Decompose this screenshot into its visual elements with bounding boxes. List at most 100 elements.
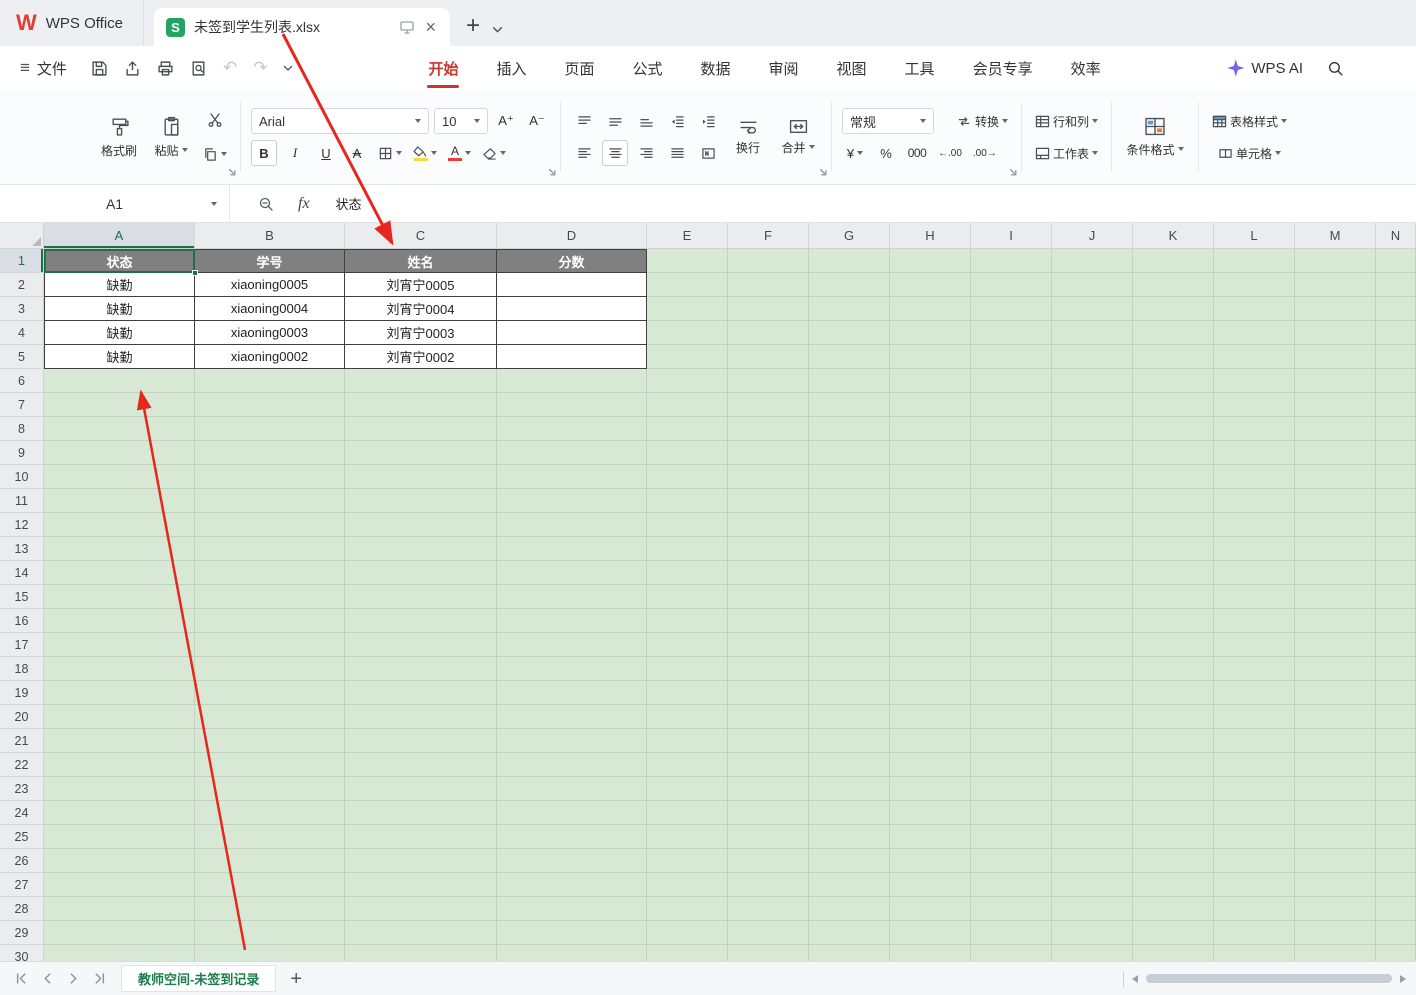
cell-B25[interactable] [195, 825, 345, 849]
cell-K7[interactable] [1133, 393, 1214, 417]
cell-M12[interactable] [1295, 513, 1376, 537]
italic-button[interactable]: I [282, 140, 308, 166]
cell-B19[interactable] [195, 681, 345, 705]
fill-color-button[interactable] [410, 140, 440, 166]
cell-N28[interactable] [1376, 897, 1416, 921]
justify-icon[interactable] [664, 140, 690, 166]
row-header-4[interactable]: 4 [0, 321, 44, 345]
cell-J25[interactable] [1052, 825, 1133, 849]
cell-G17[interactable] [809, 633, 890, 657]
cell-J7[interactable] [1052, 393, 1133, 417]
cell-A19[interactable] [44, 681, 195, 705]
file-menu[interactable]: ≡ 文件 [14, 58, 73, 79]
cell-B30[interactable] [195, 945, 345, 961]
cell-I15[interactable] [971, 585, 1052, 609]
cell-H14[interactable] [890, 561, 971, 585]
copy-button[interactable] [200, 141, 230, 167]
cell-I29[interactable] [971, 921, 1052, 945]
cell-G29[interactable] [809, 921, 890, 945]
paste-button[interactable]: 粘贴 [148, 100, 194, 174]
cell-C25[interactable] [345, 825, 497, 849]
cell-K12[interactable] [1133, 513, 1214, 537]
cell-N21[interactable] [1376, 729, 1416, 753]
cell-H4[interactable] [890, 321, 971, 345]
cell-I12[interactable] [971, 513, 1052, 537]
cell-H21[interactable] [890, 729, 971, 753]
cell-L30[interactable] [1214, 945, 1295, 961]
font-family-select[interactable]: Arial [251, 108, 429, 134]
align-top-icon[interactable] [571, 108, 597, 134]
cell-L8[interactable] [1214, 417, 1295, 441]
cell-L21[interactable] [1214, 729, 1295, 753]
cell-C24[interactable] [345, 801, 497, 825]
cell-C1[interactable]: 姓名 [345, 249, 497, 273]
column-header-F[interactable]: F [728, 223, 809, 249]
column-header-K[interactable]: K [1133, 223, 1214, 249]
cell-J13[interactable] [1052, 537, 1133, 561]
row-header-18[interactable]: 18 [0, 657, 44, 681]
cell-H11[interactable] [890, 489, 971, 513]
cell-K11[interactable] [1133, 489, 1214, 513]
cell-F29[interactable] [728, 921, 809, 945]
cell-D21[interactable] [497, 729, 647, 753]
cell-G25[interactable] [809, 825, 890, 849]
cell-B1[interactable]: 学号 [195, 249, 345, 273]
cell-D30[interactable] [497, 945, 647, 961]
cell-E21[interactable] [647, 729, 728, 753]
row-header-1[interactable]: 1 [0, 249, 44, 273]
cell-N2[interactable] [1376, 273, 1416, 297]
cell-L14[interactable] [1214, 561, 1295, 585]
cell-L12[interactable] [1214, 513, 1295, 537]
cell-A13[interactable] [44, 537, 195, 561]
cell-I30[interactable] [971, 945, 1052, 961]
cell-F14[interactable] [728, 561, 809, 585]
cell-N3[interactable] [1376, 297, 1416, 321]
number-format-select[interactable]: 常规 [842, 108, 934, 134]
cell-J28[interactable] [1052, 897, 1133, 921]
scroll-right-icon[interactable] [1400, 975, 1406, 983]
cell-L2[interactable] [1214, 273, 1295, 297]
cell-G5[interactable] [809, 345, 890, 369]
cell-N20[interactable] [1376, 705, 1416, 729]
cell-B5[interactable]: xiaoning0002 [195, 345, 345, 369]
cell-C20[interactable] [345, 705, 497, 729]
cell-N5[interactable] [1376, 345, 1416, 369]
cell-J20[interactable] [1052, 705, 1133, 729]
cell-J29[interactable] [1052, 921, 1133, 945]
row-header-16[interactable]: 16 [0, 609, 44, 633]
row-header-29[interactable]: 29 [0, 921, 44, 945]
cell-A4[interactable]: 缺勤 [44, 321, 195, 345]
column-header-M[interactable]: M [1295, 223, 1376, 249]
cell-D16[interactable] [497, 609, 647, 633]
row-header-12[interactable]: 12 [0, 513, 44, 537]
cell-B6[interactable] [195, 369, 345, 393]
cell-K13[interactable] [1133, 537, 1214, 561]
row-header-26[interactable]: 26 [0, 849, 44, 873]
cell-J24[interactable] [1052, 801, 1133, 825]
decrease-font-button[interactable]: A⁻ [524, 108, 550, 134]
cell-E6[interactable] [647, 369, 728, 393]
cell-M15[interactable] [1295, 585, 1376, 609]
cell-D18[interactable] [497, 657, 647, 681]
cell-I9[interactable] [971, 441, 1052, 465]
cell-J11[interactable] [1052, 489, 1133, 513]
cell-J23[interactable] [1052, 777, 1133, 801]
cell-B26[interactable] [195, 849, 345, 873]
cell-I23[interactable] [971, 777, 1052, 801]
cell-K20[interactable] [1133, 705, 1214, 729]
row-header-8[interactable]: 8 [0, 417, 44, 441]
align-bottom-icon[interactable] [633, 108, 659, 134]
row-header-22[interactable]: 22 [0, 753, 44, 777]
cell-M4[interactable] [1295, 321, 1376, 345]
cell-C14[interactable] [345, 561, 497, 585]
decrease-decimal-icon[interactable]: .00→ [970, 140, 1000, 166]
row-header-27[interactable]: 27 [0, 873, 44, 897]
cell-M20[interactable] [1295, 705, 1376, 729]
cell-L24[interactable] [1214, 801, 1295, 825]
formula-content[interactable]: 状态 [336, 194, 362, 213]
cell-B21[interactable] [195, 729, 345, 753]
cell-H15[interactable] [890, 585, 971, 609]
search-icon[interactable] [1327, 60, 1344, 77]
cell-C19[interactable] [345, 681, 497, 705]
cell-I25[interactable] [971, 825, 1052, 849]
